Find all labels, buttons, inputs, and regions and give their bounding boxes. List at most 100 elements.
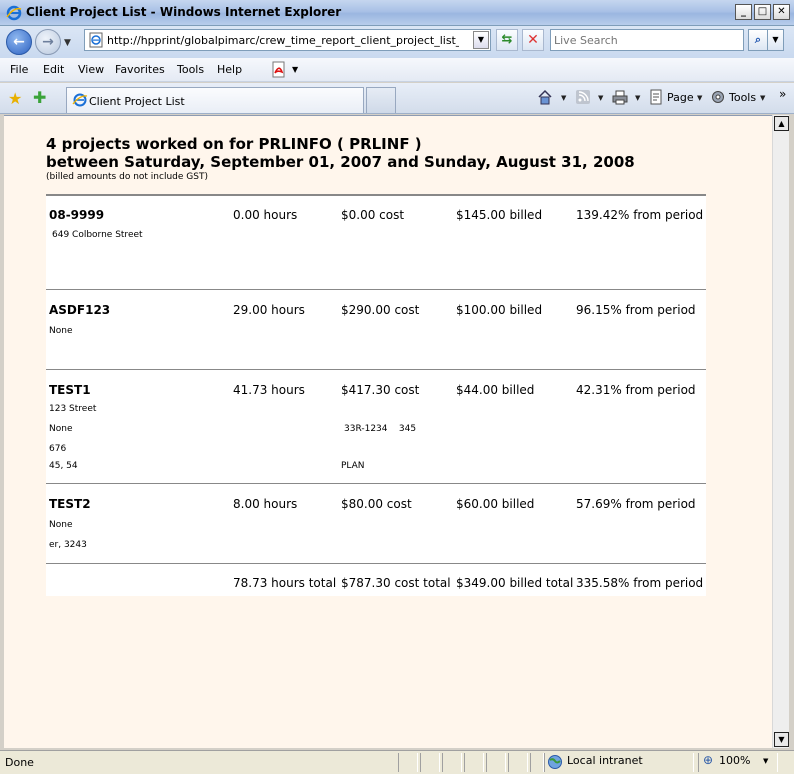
more-commands-icon[interactable]: »	[779, 87, 786, 101]
project-cost: $80.00 cost	[341, 497, 412, 511]
print-dropdown-icon[interactable]: ▼	[635, 94, 640, 102]
tools-menu-label[interactable]: Tools	[729, 91, 756, 104]
feeds-icon[interactable]	[575, 89, 591, 105]
favorites-star-icon[interactable]: ★	[8, 89, 22, 108]
project-detail: 649 Colborne Street	[52, 230, 143, 240]
zoom-level: 100%	[719, 754, 751, 767]
search-input[interactable]	[551, 30, 743, 50]
window-controls: _ □ ✕	[735, 4, 790, 20]
project-row: ASDF123 29.00 hours $290.00 cost $100.00…	[46, 290, 706, 370]
project-name: 08-9999	[49, 208, 105, 222]
project-percent: 57.69% from period	[576, 497, 696, 511]
project-cost: $290.00 cost	[341, 303, 420, 317]
total-billed: $349.00 billed total	[456, 576, 574, 590]
page-icon	[89, 32, 103, 48]
address-bar[interactable]: http://hpprint/globalpimarc/crew_time_re…	[84, 29, 491, 51]
tab-bar: ★ ✚ Client Project List ▼ ▼ ▼ Page ▼ Too…	[0, 83, 794, 114]
project-extra-detail: 33R-1234 345	[344, 424, 417, 434]
project-name: TEST1	[49, 383, 91, 397]
project-detail: er, 3243	[49, 540, 87, 550]
page-menu-icon[interactable]	[648, 89, 664, 105]
project-cost: $0.00 cost	[341, 208, 405, 222]
scroll-down-icon[interactable]: ▼	[774, 732, 789, 747]
status-segment	[398, 753, 418, 772]
project-detail: 45, 54	[49, 461, 78, 471]
zoom-segment[interactable]: ⊕ 100% ▼	[698, 753, 778, 772]
vertical-scrollbar[interactable]: ▲ ▼	[772, 115, 789, 748]
home-dropdown-icon[interactable]: ▼	[561, 94, 566, 102]
tools-dropdown-icon[interactable]: ▼	[760, 94, 765, 102]
url-text[interactable]: http://hpprint/globalpimarc/crew_time_re…	[107, 34, 459, 47]
total-cost: $787.30 cost total	[341, 576, 451, 590]
tab-label: Client Project List	[89, 95, 185, 108]
project-detail: 676	[49, 444, 67, 454]
tab-client-project-list[interactable]: Client Project List	[66, 87, 364, 113]
project-percent: 42.31% from period	[576, 383, 696, 397]
tab-page-icon	[72, 93, 88, 107]
menu-help[interactable]: Help	[217, 63, 242, 76]
address-toolbar: ← → ▼ http://hpprint/globalpimarc/crew_t…	[0, 26, 794, 58]
zoom-dropdown-icon[interactable]: ▼	[763, 757, 768, 765]
minimize-button[interactable]: _	[735, 4, 752, 20]
total-percent: 335.58% from period	[576, 576, 704, 590]
project-percent: 96.15% from period	[576, 303, 696, 317]
report: 4 projects worked on for PRLINFO ( PRLIN…	[46, 135, 706, 596]
status-segment	[508, 753, 528, 772]
feeds-dropdown-icon[interactable]: ▼	[598, 94, 603, 102]
project-hours: 41.73 hours	[233, 383, 305, 397]
add-favorites-icon[interactable]: ✚	[33, 88, 46, 107]
tools-gear-icon[interactable]	[710, 89, 726, 105]
maximize-button[interactable]: □	[754, 4, 771, 20]
project-cost: $417.30 cost	[341, 383, 420, 397]
pdf-dropdown-icon[interactable]: ▼	[292, 65, 298, 74]
window-title: Client Project List - Windows Internet E…	[26, 5, 342, 19]
back-button[interactable]: ←	[6, 29, 32, 55]
search-options-dropdown-icon[interactable]: ▼	[768, 29, 784, 51]
totals-row: 78.73 hours total $787.30 cost total $34…	[46, 564, 706, 596]
scroll-up-icon[interactable]: ▲	[774, 116, 789, 131]
project-billed: $100.00 billed	[456, 303, 543, 317]
project-billed: $60.00 billed	[456, 497, 535, 511]
page-dropdown-icon[interactable]: ▼	[697, 94, 702, 102]
project-detail: 123 Street	[49, 404, 97, 414]
project-hours: 0.00 hours	[233, 208, 298, 222]
zoom-icon: ⊕	[703, 753, 714, 767]
stop-button[interactable]: ✕	[522, 29, 544, 51]
history-dropdown-icon[interactable]: ▼	[64, 38, 71, 48]
forward-button[interactable]: →	[35, 29, 61, 55]
status-bar: Done Local intranet ⊕ 100% ▼	[0, 750, 794, 774]
project-detail: None	[49, 326, 73, 336]
project-hours: 8.00 hours	[233, 497, 298, 511]
total-hours: 78.73 hours total	[233, 576, 337, 590]
menu-tools[interactable]: Tools	[177, 63, 204, 76]
report-heading-line2: between Saturday, September 01, 2007 and…	[46, 153, 635, 171]
menu-favorites[interactable]: Favorites	[115, 63, 165, 76]
status-segment	[442, 753, 462, 772]
page-viewport: 4 projects worked on for PRLINFO ( PRLIN…	[4, 115, 772, 748]
ie-logo-icon	[6, 5, 22, 21]
close-button[interactable]: ✕	[773, 4, 790, 20]
project-extra-detail: PLAN	[341, 461, 365, 471]
refresh-button[interactable]: ⇆	[496, 29, 518, 51]
search-icon[interactable]: ⌕	[748, 29, 768, 51]
report-heading-line1: 4 projects worked on for PRLINFO ( PRLIN…	[46, 135, 422, 153]
print-icon[interactable]	[612, 89, 628, 105]
menu-file[interactable]: File	[10, 63, 28, 76]
home-icon[interactable]	[537, 89, 553, 105]
search-box[interactable]	[550, 29, 744, 51]
zone-segment[interactable]: Local intranet	[544, 753, 694, 772]
project-billed: $44.00 billed	[456, 383, 535, 397]
project-billed: $145.00 billed	[456, 208, 543, 222]
zone-text: Local intranet	[567, 754, 643, 767]
new-tab-button[interactable]	[366, 87, 396, 113]
menu-view[interactable]: View	[78, 63, 104, 76]
status-segment	[486, 753, 506, 772]
globe-icon	[548, 755, 562, 769]
page-menu-label[interactable]: Page	[667, 91, 694, 104]
project-hours: 29.00 hours	[233, 303, 305, 317]
project-detail: None	[49, 424, 73, 434]
project-detail: None	[49, 520, 73, 530]
address-dropdown-icon[interactable]: ▼	[473, 31, 489, 49]
menu-edit[interactable]: Edit	[43, 63, 64, 76]
pdf-icon[interactable]	[270, 61, 288, 79]
